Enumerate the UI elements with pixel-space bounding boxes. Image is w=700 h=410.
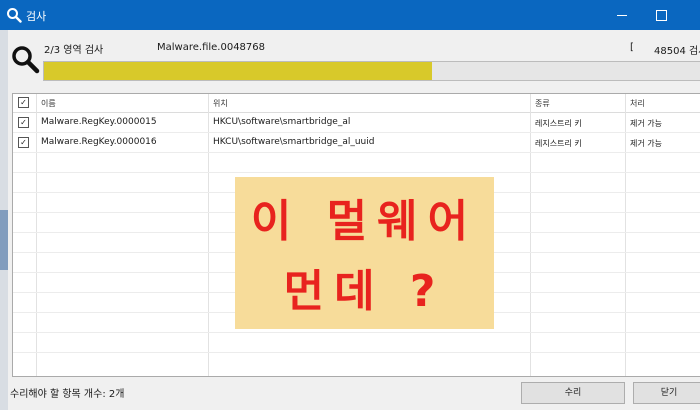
column-header-name[interactable]: 이름 (41, 98, 56, 109)
count-bracket: [ (630, 42, 634, 53)
threat-name: Malware.RegKey.0000015 (41, 117, 157, 127)
table-row[interactable]: ✓ Malware.RegKey.0000016 HKCU\software\s… (13, 133, 700, 153)
threat-action: 제거 가능 (630, 139, 662, 148)
row-divider (13, 352, 700, 353)
title-bar: 검사 (0, 0, 700, 30)
row-divider (13, 332, 700, 333)
search-icon (12, 46, 40, 74)
table-row[interactable]: ✓ Malware.RegKey.0000015 HKCU\software\s… (13, 113, 700, 133)
row-checkbox[interactable]: ✓ (18, 117, 29, 128)
maximize-button[interactable] (650, 4, 674, 26)
status-text: 수리해야 할 항목 개수: 2개 (10, 389, 125, 400)
caption-overlay: 이 멀웨어 먼데 ? (235, 177, 494, 329)
caption-line-2: 먼데 ? (283, 266, 446, 317)
magnifier-icon (7, 8, 22, 23)
close-button[interactable]: 닫기 (633, 382, 700, 404)
progress-fill (44, 62, 433, 80)
minimize-button[interactable] (610, 4, 634, 26)
row-divider (13, 172, 700, 173)
window-title: 검사 (26, 10, 47, 23)
repair-button[interactable]: 수리 (521, 382, 625, 404)
threat-type: 레지스트리 키 (535, 139, 582, 148)
progress-bar (43, 61, 700, 81)
select-all-checkbox[interactable]: ✓ (18, 97, 29, 108)
background-window-edge (0, 30, 8, 410)
caption-line-1: 이 멀웨어 (250, 196, 479, 247)
current-scan-item: Malware.file.0048768 (157, 42, 266, 53)
column-header-type[interactable]: 종류 (535, 98, 550, 109)
threat-name: Malware.RegKey.0000016 (41, 137, 157, 147)
threat-action: 제거 가능 (630, 119, 662, 128)
scan-count: 48504 검사 (654, 46, 700, 57)
threat-type: 레지스트리 키 (535, 119, 582, 128)
row-checkbox[interactable]: ✓ (18, 137, 29, 148)
threat-location: HKCU\software\smartbridge_al_uuid (213, 137, 375, 147)
table-header: ✓ 이름 위치 종류 처리 (13, 94, 700, 113)
column-header-location[interactable]: 위치 (213, 98, 228, 109)
threat-location: HKCU\software\smartbridge_al (213, 117, 351, 127)
column-header-action[interactable]: 처리 (630, 98, 645, 109)
scan-phase: 2/3 영역 검사 (44, 45, 104, 56)
